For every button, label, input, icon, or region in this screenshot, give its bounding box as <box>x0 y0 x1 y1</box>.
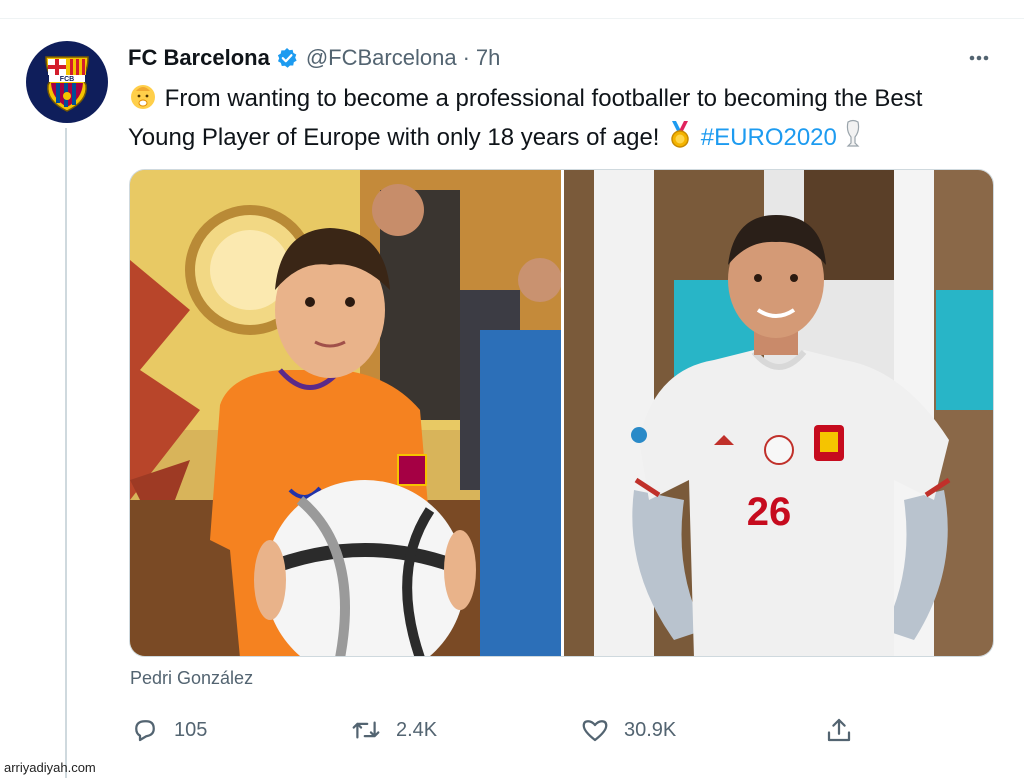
verified-badge-icon <box>276 47 298 69</box>
avatar-text: FCB <box>60 76 74 83</box>
baby-emoji-icon <box>128 82 158 119</box>
reply-button[interactable]: 105 <box>130 714 207 746</box>
tweet-media[interactable]: 26 <box>129 169 994 657</box>
retweet-count: 2.4K <box>396 718 438 741</box>
top-divider <box>0 18 1024 19</box>
thread-line <box>65 128 67 778</box>
tweet-text-part-1: From wanting to become a professional fo… <box>158 85 923 112</box>
fcb-crest-icon: FCB <box>45 56 89 112</box>
jersey-number: 26 <box>747 490 792 534</box>
like-count: 30.9K <box>624 718 677 741</box>
tweet-text-line-1: From wanting to become a professional fo… <box>128 82 1008 119</box>
tweet-actions: 105 2.4K 30.9K <box>0 714 1024 746</box>
media-caption: Pedri González <box>130 668 254 688</box>
tweet-text-line-2: Young Player of Europe with only 18 year… <box>128 119 1008 158</box>
reply-icon <box>135 720 155 742</box>
heart-icon <box>582 720 608 742</box>
share-icon <box>827 718 851 742</box>
euro-photo[interactable]: 26 <box>564 170 994 657</box>
tweet-text-part-2: Young Player of Europe with only 18 year… <box>128 124 667 151</box>
reply-count: 105 <box>174 718 208 741</box>
hashtag-link[interactable]: #EURO2020 <box>701 124 837 151</box>
watermark: arriyadiyah.com <box>4 760 96 775</box>
childhood-photo[interactable] <box>130 170 561 657</box>
medal-emoji-icon <box>666 119 694 158</box>
more-options-icon <box>969 55 989 61</box>
retweet-button[interactable]: 2.4K <box>350 714 437 746</box>
avatar[interactable]: FCB <box>26 41 108 123</box>
share-button[interactable] <box>824 714 868 746</box>
tweet-text: From wanting to become a professional fo… <box>128 82 1008 158</box>
author-handle[interactable]: @FCBarcelona <box>306 45 457 71</box>
like-button[interactable]: 30.9K <box>580 714 676 746</box>
more-options-button[interactable] <box>964 46 994 70</box>
timestamp[interactable]: 7h <box>476 45 500 71</box>
author-name[interactable]: FC Barcelona <box>128 45 270 71</box>
tweet-header: FC Barcelona @FCBarcelona · 7h <box>128 43 500 73</box>
trophy-emoji-icon <box>844 119 862 158</box>
separator-dot: · <box>462 45 470 70</box>
retweet-icon <box>352 721 380 739</box>
